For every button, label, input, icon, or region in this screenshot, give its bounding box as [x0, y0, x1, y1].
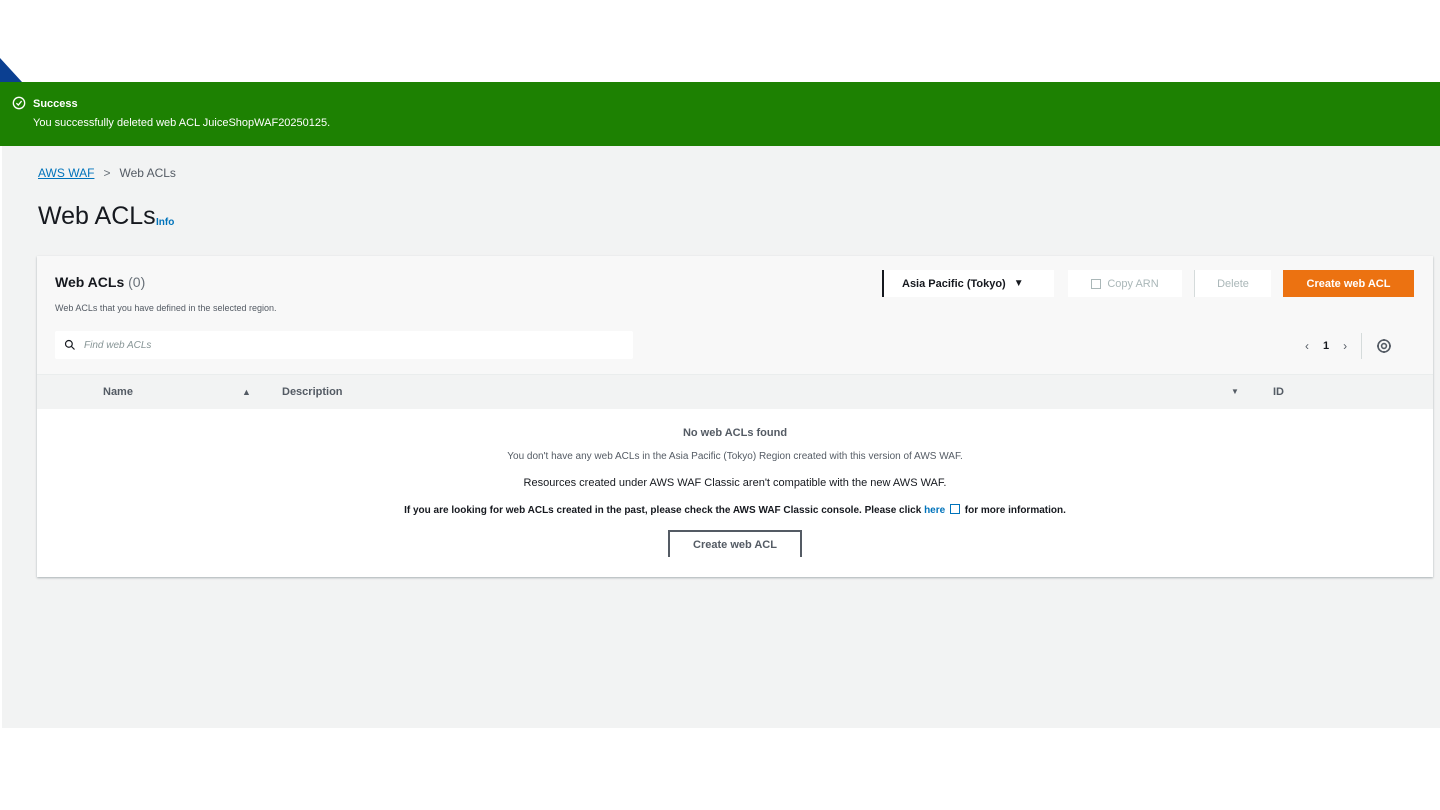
search-input[interactable]: Find web ACLs — [55, 331, 633, 359]
create-web-acl-button[interactable]: Create web ACL — [1283, 270, 1414, 297]
gear-icon[interactable] — [1376, 338, 1392, 354]
page-number[interactable]: 1 — [1323, 340, 1329, 352]
copy-arn-label: Copy ARN — [1107, 277, 1159, 290]
empty-create-web-acl-button[interactable]: Create web ACL — [668, 530, 802, 557]
delete-button[interactable]: Delete — [1194, 270, 1271, 297]
corner-accent — [0, 58, 22, 82]
pager-divider — [1361, 333, 1363, 359]
breadcrumb-aws-waf-link[interactable]: AWS WAF — [38, 166, 94, 180]
copy-icon — [1091, 278, 1102, 289]
region-select[interactable]: Asia Pacific (Tokyo) ▼ — [882, 270, 1054, 297]
empty-line-3-pre: If you are looking for web ACLs created … — [404, 505, 925, 516]
empty-line-1: You don't have any web ACLs in the Asia … — [507, 451, 963, 462]
pagination: ‹ 1 › — [1305, 333, 1392, 359]
chevron-left-icon[interactable]: ‹ — [1305, 339, 1309, 353]
success-check-icon — [12, 96, 26, 110]
panel-title-text: Web ACLs — [55, 274, 125, 290]
breadcrumb: AWS WAF > Web ACLs — [38, 166, 176, 180]
here-link[interactable]: here — [924, 505, 945, 516]
flash-title: Success — [33, 98, 78, 110]
flash-message: You successfully deleted web ACL JuiceSh… — [33, 117, 331, 129]
search-icon — [64, 339, 75, 350]
success-flashbar: Success You successfully deleted web ACL… — [0, 82, 1440, 146]
panel-header: Web ACLs (0) Web ACLs that you have defi… — [37, 256, 1433, 374]
table-header: Name ▲ Description ▼ ID — [37, 374, 1433, 409]
web-acls-panel: Web ACLs (0) Web ACLs that you have defi… — [37, 256, 1433, 577]
info-link[interactable]: Info — [156, 217, 174, 228]
copy-arn-button[interactable]: Copy ARN — [1068, 270, 1182, 297]
main-content: AWS WAF > Web ACLs Web ACLs Info Web ACL… — [2, 146, 1440, 728]
panel-count: (0) — [128, 274, 146, 290]
breadcrumb-current: Web ACLs — [119, 166, 176, 180]
empty-line-2: Resources created under AWS WAF Classic … — [523, 477, 947, 489]
chevron-right-icon[interactable]: › — [1343, 339, 1347, 353]
sort-desc-icon[interactable]: ▼ — [1231, 387, 1239, 396]
empty-line-3-post: for more information. — [961, 505, 1066, 516]
page-title: Web ACLs — [38, 202, 156, 230]
column-name[interactable]: Name — [103, 386, 133, 398]
region-select-label: Asia Pacific (Tokyo) — [902, 277, 1006, 290]
search-placeholder: Find web ACLs — [84, 339, 152, 351]
breadcrumb-separator: > — [103, 166, 111, 180]
column-description[interactable]: Description — [282, 386, 343, 398]
column-id[interactable]: ID — [1273, 386, 1284, 398]
empty-title: No web ACLs found — [682, 427, 788, 439]
empty-line-3: If you are looking for web ACLs created … — [37, 504, 1433, 516]
sort-asc-icon[interactable]: ▲ — [242, 387, 251, 397]
external-link-icon — [949, 504, 960, 514]
caret-down-icon: ▼ — [1013, 278, 1024, 289]
panel-title: Web ACLs (0) — [55, 274, 145, 290]
panel-description: Web ACLs that you have defined in the se… — [55, 303, 277, 313]
